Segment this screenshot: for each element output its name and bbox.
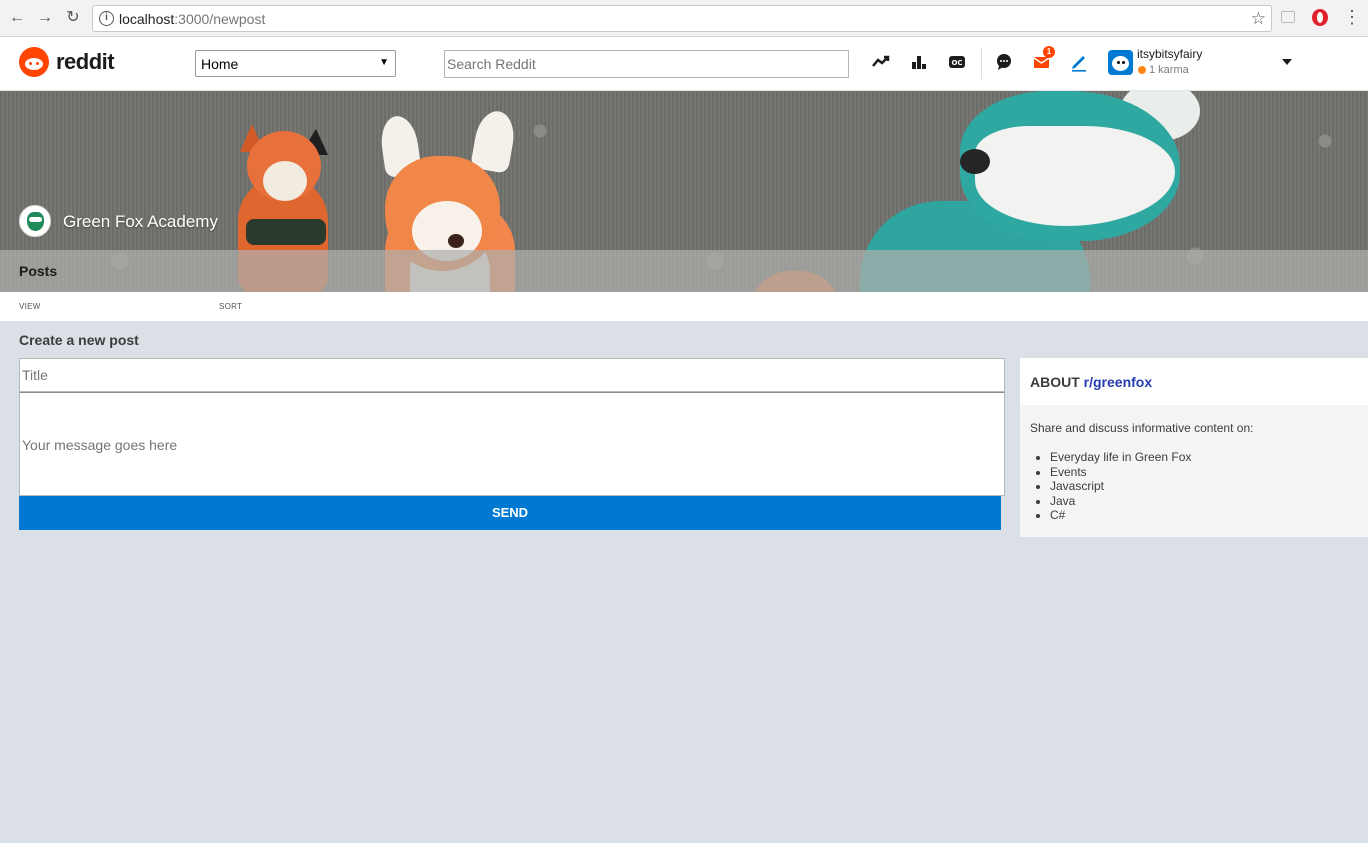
about-header: ABOUT r/greenfox <box>1020 358 1368 405</box>
reddit-logo-icon[interactable] <box>19 47 49 77</box>
karma-label: 1 karma <box>1149 64 1189 76</box>
opera-extension-icon[interactable] <box>1312 9 1328 26</box>
site-header: reddit Home ▼ OC 1 itsybitsyfairy 1 karm… <box>0 37 1368 91</box>
oc-icon[interactable]: OC <box>946 51 968 73</box>
community-avatar-icon <box>19 205 51 237</box>
list-item: Everyday life in Green Fox <box>1050 450 1191 465</box>
community-banner: Green Fox Academy Posts <box>0 91 1368 292</box>
about-description: Share and discuss informative content on… <box>1030 421 1254 435</box>
logo-text[interactable]: reddit <box>56 49 115 75</box>
sort-button[interactable]: SORT <box>219 302 242 311</box>
url-path: :3000/newpost <box>174 11 266 27</box>
select-arrow-icon: ▼ <box>379 57 389 68</box>
about-label: ABOUT <box>1030 374 1080 390</box>
tab-posts[interactable]: Posts <box>19 263 57 292</box>
user-menu-caret-icon[interactable] <box>1282 59 1292 65</box>
list-item: C# <box>1050 508 1191 523</box>
message-textarea[interactable] <box>19 392 1005 496</box>
community-tabbar: Posts <box>0 250 1368 292</box>
header-divider <box>981 47 982 79</box>
feed-select[interactable]: Home ▼ <box>195 50 396 77</box>
url-host: localhost <box>119 11 175 27</box>
view-button[interactable]: VIEW <box>19 302 41 311</box>
create-post-pencil-icon[interactable] <box>1068 51 1090 73</box>
karma-count: 1 karma <box>1138 64 1189 76</box>
send-button[interactable]: SEND <box>19 496 1001 530</box>
view-sort-bar: VIEW SORT <box>0 292 1368 321</box>
about-community-card: ABOUT r/greenfox Share and discuss infor… <box>1020 358 1368 537</box>
trending-icon[interactable] <box>870 51 892 73</box>
list-item: Javascript <box>1050 479 1191 494</box>
list-item: Java <box>1050 494 1191 509</box>
avatar[interactable] <box>1108 50 1133 75</box>
bookmark-star-icon[interactable]: ☆ <box>1251 9 1266 29</box>
subreddit-link[interactable]: r/greenfox <box>1084 374 1152 390</box>
svg-text:OC: OC <box>951 59 962 67</box>
reload-icon[interactable]: ↻ <box>63 8 83 28</box>
notification-badge: 1 <box>1043 46 1055 58</box>
karma-icon <box>1138 66 1146 74</box>
forward-arrow-icon[interactable]: → <box>35 8 55 28</box>
back-arrow-icon[interactable]: ← <box>7 8 27 28</box>
community-name: Green Fox Academy <box>63 212 218 231</box>
username[interactable]: itsybitsyfairy <box>1137 47 1202 61</box>
browser-toolbar: ← → ↻ i localhost:3000/newpost ☆ ⋮ <box>0 0 1368 37</box>
address-bar[interactable]: i localhost:3000/newpost ☆ <box>92 5 1272 32</box>
extension-icon[interactable] <box>1281 11 1295 23</box>
browser-menu-icon[interactable]: ⋮ <box>1343 7 1361 27</box>
feed-select-value: Home <box>201 56 239 72</box>
search-input[interactable] <box>444 50 849 78</box>
title-input[interactable] <box>19 358 1005 392</box>
list-item: Events <box>1050 465 1191 480</box>
topic-list: Everyday life in Green Fox Events Javasc… <box>1050 450 1191 523</box>
chat-icon[interactable] <box>993 51 1015 73</box>
info-icon[interactable]: i <box>99 11 114 26</box>
leaderboard-icon[interactable] <box>908 51 930 73</box>
page-title: Create a new post <box>19 332 139 348</box>
